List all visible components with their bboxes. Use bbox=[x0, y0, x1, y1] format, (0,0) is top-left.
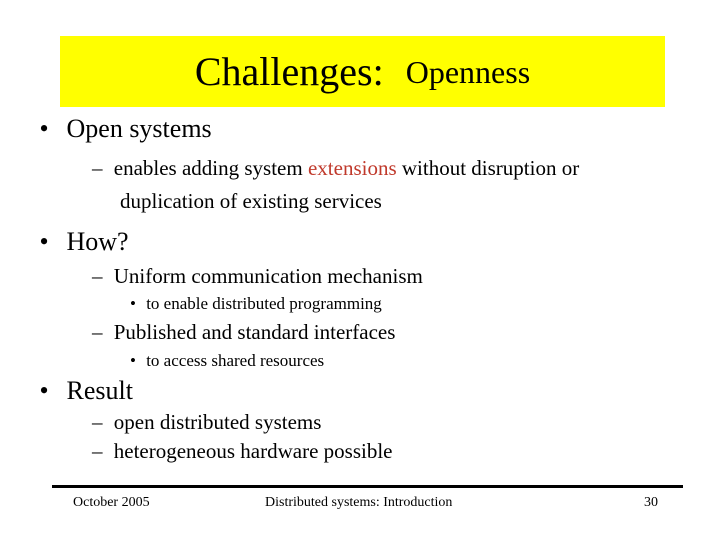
text-before: enables adding system bbox=[113, 156, 308, 180]
bullet-icon: • bbox=[39, 376, 49, 405]
slide-subtitle: Openness bbox=[405, 53, 531, 90]
dash-icon: – bbox=[92, 410, 103, 434]
bullet-icon: • bbox=[130, 351, 136, 370]
bullet-icon: • bbox=[130, 294, 136, 313]
highlighted-term: extensions bbox=[307, 156, 397, 180]
bullet-result: • Result bbox=[30, 376, 133, 406]
bullet-icon: • bbox=[39, 227, 49, 256]
bullet-text: Open systems bbox=[66, 114, 212, 143]
bullet-text: Result bbox=[66, 376, 133, 405]
bullet-text: How? bbox=[66, 227, 129, 256]
footer-course-title: Distributed systems: Introduction bbox=[265, 495, 453, 510]
sub-bullet-published: – Published and standard interfaces bbox=[92, 320, 395, 345]
sub-sub-bullet-text: to access shared resources bbox=[146, 351, 325, 370]
dash-icon: – bbox=[92, 264, 103, 288]
footer-date: October 2005 bbox=[73, 495, 150, 510]
dash-icon: – bbox=[92, 156, 103, 180]
sub-bullet-extensions: – enables adding system extensions witho… bbox=[92, 156, 579, 181]
bullet-icon: • bbox=[39, 114, 49, 143]
title-banner: Challenges: Openness bbox=[60, 36, 665, 107]
sub-bullet-uniform: – Uniform communication mechanism bbox=[92, 264, 423, 289]
sub-bullet-text: Published and standard interfaces bbox=[113, 320, 396, 344]
sub-sub-bullet-resources: • to access shared resources bbox=[130, 351, 324, 371]
sub-bullet-text: open distributed systems bbox=[113, 410, 322, 434]
bullet-how: • How? bbox=[30, 227, 129, 257]
sub-bullet-heterogeneous: – heterogeneous hardware possible bbox=[92, 439, 392, 464]
sub-sub-bullet-programming: • to enable distributed programming bbox=[130, 294, 382, 314]
sub-bullet-extensions-cont: duplication of existing services bbox=[120, 189, 382, 213]
footer-divider bbox=[52, 485, 683, 488]
sub-bullet-text: Uniform communication mechanism bbox=[113, 264, 423, 288]
dash-icon: – bbox=[92, 320, 103, 344]
text-after: without disruption or bbox=[396, 156, 580, 180]
sub-bullet-text: heterogeneous hardware possible bbox=[113, 439, 393, 463]
footer-page-number: 30 bbox=[644, 495, 658, 510]
slide-title: Challenges: bbox=[194, 48, 384, 94]
bullet-open-systems: • Open systems bbox=[30, 114, 212, 144]
dash-icon: – bbox=[92, 439, 103, 463]
sub-sub-bullet-text: to enable distributed programming bbox=[146, 294, 382, 313]
sub-bullet-open-distributed: – open distributed systems bbox=[92, 410, 321, 435]
